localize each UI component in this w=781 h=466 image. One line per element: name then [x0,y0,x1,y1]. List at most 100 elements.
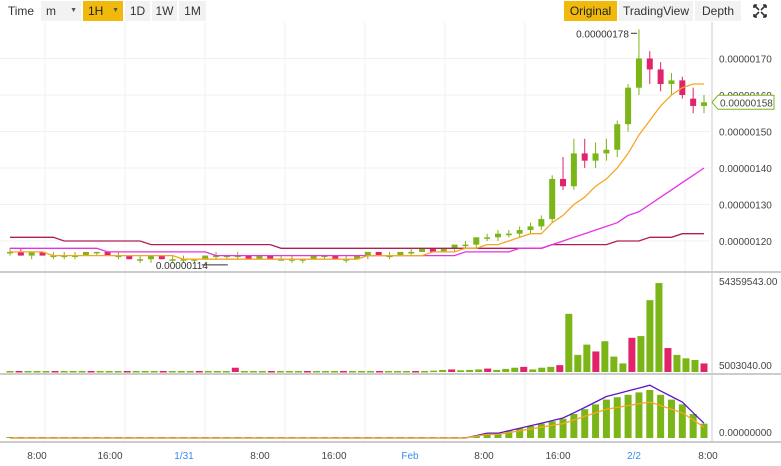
candle-body [408,251,415,254]
volume-bar [673,354,681,372]
volume-bar [619,363,627,372]
volume-bar [330,371,338,373]
volume-bar [60,371,68,373]
price-tick-label: 0.00000150 [719,127,772,138]
candle-body [646,58,653,70]
volume-bar [547,366,555,372]
macd-current-label: 0.00000000 [719,428,772,439]
hour-label: 1H [88,4,104,18]
volume-bar [339,371,347,373]
volume-bar [78,371,86,373]
fullscreen-expand-icon[interactable] [748,1,772,21]
time-axis-label: 8:00 [698,451,718,462]
minute-label: m [46,4,56,18]
candle-body [592,153,599,161]
volume-bar [511,367,519,372]
time-axis-label: 16:00 [97,451,122,462]
candle-body [625,87,632,125]
volume-bar [132,371,140,373]
interval-1w-button[interactable]: 1W [152,1,177,21]
original-view-button[interactable]: Original [564,1,617,21]
candle-body [494,233,501,238]
volume-bar [33,371,41,373]
volume-bar [556,365,564,372]
tradingview-button[interactable]: TradingView [619,1,693,21]
volume-bar [520,366,528,372]
volume-bar [168,371,176,373]
time-axis-label: Feb [401,451,419,462]
volume-bar [493,369,501,372]
volume-bar [222,371,230,373]
volume-bar [457,370,465,372]
volume-bar [439,369,447,372]
volume-bar [285,371,293,373]
interval-1m-button[interactable]: 1M [179,1,206,21]
candle-body [527,226,534,231]
high-price-label: 0.00000178 [576,29,629,40]
volume-bar [628,337,636,372]
depth-button[interactable]: Depth [695,1,741,21]
volume-bar [574,354,582,372]
volume-max-label: 54359543.00 [719,277,778,288]
candle-body [462,244,469,247]
volume-bar [186,371,194,373]
chevron-down-icon: ▼ [112,7,119,14]
volume-bar [475,369,483,372]
macd-bar [657,394,665,438]
volume-bar [484,368,492,372]
volume-bar [321,371,329,373]
macd-bar [635,392,643,438]
volume-bar [348,371,356,373]
volume-bar [240,371,248,373]
price-tick-label: 0.00000140 [719,164,772,175]
time-axis-label: 8:00 [250,451,270,462]
volume-bar [249,371,257,373]
price-tick-label: 0.00000170 [719,54,772,65]
volume-bar [15,371,23,373]
volume-bar [637,336,645,372]
volume-bar [141,371,149,373]
volume-bar [123,371,131,373]
candle [549,175,556,223]
price-tick-label: 0.00000120 [719,237,772,248]
current-price-label: 0.00000158 [720,98,773,109]
volume-bar [213,371,221,373]
volume-bar [430,370,438,373]
volume-bar [69,371,77,373]
time-axis-label: 8:00 [27,451,47,462]
volume-bar [565,313,573,372]
time-axis-label: 8:00 [474,451,494,462]
kline-chart[interactable]: 0.000001700.000001600.000001500.00000140… [0,22,781,466]
macd-bar [646,390,654,438]
volume-bar [358,371,366,373]
volume-current-label: 5003040.00 [719,361,772,372]
volume-bar [412,371,420,373]
volume-bar [6,371,14,373]
volume-bar [394,371,402,373]
macd-bar [602,399,610,438]
time-label: Time [2,1,40,21]
macd-bar [613,397,621,438]
candle-body [473,237,480,245]
minute-interval-dropdown[interactable]: m ▼ [41,1,81,21]
interval-1d-button[interactable]: 1D [125,1,150,21]
volume-bar [592,351,600,372]
candle-body [581,153,588,161]
volume-bar [114,371,122,373]
hour-interval-dropdown[interactable]: 1H ▼ [83,1,123,21]
candle-body [505,233,512,236]
volume-bar [610,356,618,372]
volume-bar [24,371,32,373]
macd-bar [527,426,534,438]
macd-bar [592,404,600,438]
volume-bar [303,371,311,373]
volume-bar [231,367,239,372]
candle-body [614,124,621,150]
volume-bar [195,371,203,373]
volume-bar [42,371,50,373]
volume-bar [376,371,384,373]
volume-bar [150,371,158,373]
volume-bar [448,369,456,372]
chevron-down-icon: ▼ [70,7,77,14]
macd-bar [624,394,632,438]
